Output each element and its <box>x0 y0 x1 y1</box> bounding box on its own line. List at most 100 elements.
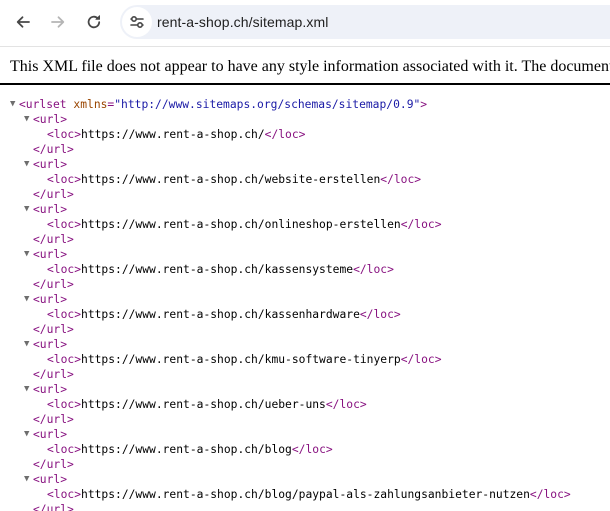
xml-url-close: </url> <box>0 502 610 511</box>
xml-url-close: </url> <box>0 367 610 382</box>
reload-icon <box>87 15 101 29</box>
xml-tag: </loc> <box>400 218 442 231</box>
collapse-toggle-icon[interactable]: ▼ <box>24 337 33 352</box>
xml-tag: </loc> <box>264 128 306 141</box>
arrow-right-icon <box>51 16 65 28</box>
xml-tag: </url> <box>33 233 74 246</box>
collapse-toggle-icon[interactable]: ▼ <box>24 202 33 217</box>
xml-tag: <url> <box>33 383 68 396</box>
collapse-toggle-icon[interactable]: ▼ <box>24 382 33 397</box>
url-text[interactable]: rent-a-shop.ch/sitemap.xml <box>157 5 328 39</box>
url-entry-list: ▼ <url> <loc>https://www.rent-a-shop.ch/</… <box>0 112 610 511</box>
xml-url-close: </url> <box>0 232 610 247</box>
xml-tag: </loc> <box>291 443 333 456</box>
xml-url-close: </url> <box>0 277 610 292</box>
arrow-left-icon <box>16 16 30 28</box>
xml-tag: <loc> <box>47 218 82 231</box>
xml-tag: </url> <box>33 413 74 426</box>
site-info-button[interactable] <box>122 7 152 37</box>
xml-tag: </loc> <box>359 308 401 321</box>
collapse-toggle-icon[interactable]: ▼ <box>10 97 19 112</box>
xml-tag: <url> <box>33 338 68 351</box>
xml-url-open: ▼ <url> <box>0 157 610 172</box>
xml-tag: <loc> <box>47 353 82 366</box>
xml-tag: </url> <box>33 458 74 471</box>
forward-button[interactable] <box>43 7 73 37</box>
xml-tag: </url> <box>33 188 74 201</box>
xml-tag: </url> <box>33 503 74 511</box>
sitemap-url-text: https://www.rent-a-shop.ch/ueber-uns <box>81 398 326 411</box>
xml-tag: > <box>420 98 428 111</box>
xml-tag: </url> <box>33 143 74 156</box>
sitemap-url-text: https://www.rent-a-shop.ch/website-erste… <box>81 173 381 186</box>
xml-url-open: ▼ <url> <box>0 202 610 217</box>
xml-tag: <url> <box>33 428 68 441</box>
tune-icon <box>130 15 144 29</box>
xml-loc-line: <loc>https://www.rent-a-shop.ch/onlinesh… <box>0 217 610 232</box>
xml-tag: <url> <box>33 158 68 171</box>
xml-url-close: </url> <box>0 412 610 427</box>
xml-url-close: </url> <box>0 187 610 202</box>
xml-tag: </loc> <box>380 173 422 186</box>
sitemap-url-text: https://www.rent-a-shop.ch/kassensysteme <box>81 263 354 276</box>
xml-tag: <url> <box>33 113 68 126</box>
sitemap-url-text: https://www.rent-a-shop.ch/blog <box>81 443 292 456</box>
xml-root-open: ▼ <urlset xmlns="http://www.sitemaps.org/… <box>0 97 610 112</box>
xml-url-open: ▼ <url> <box>0 472 610 487</box>
collapse-toggle-icon[interactable]: ▼ <box>24 427 33 442</box>
xml-tag: <loc> <box>47 128 82 141</box>
xml-loc-line: <loc>https://www.rent-a-shop.ch/kassenha… <box>0 307 610 322</box>
xml-tag: <loc> <box>47 173 82 186</box>
xml-loc-line: <loc>https://www.rent-a-shop.ch/</loc> <box>0 127 610 142</box>
xml-tag: <loc> <box>47 308 82 321</box>
sitemap-url-text: https://www.rent-a-shop.ch/kmu-software-… <box>81 353 401 366</box>
sitemap-url-text: https://www.rent-a-shop.ch/onlineshop-er… <box>81 218 401 231</box>
xml-url-open: ▼ <url> <box>0 427 610 442</box>
xml-tag: <loc> <box>47 443 82 456</box>
sitemap-url-text: https://www.rent-a-shop.ch/blog/paypal-a… <box>81 488 530 501</box>
xml-url-open: ▼ <url> <box>0 247 610 262</box>
xml-loc-line: <loc>https://www.rent-a-shop.ch/kassensy… <box>0 262 610 277</box>
xml-tag: <url> <box>33 473 68 486</box>
xml-loc-line: <loc>https://www.rent-a-shop.ch/website-… <box>0 172 610 187</box>
xml-tag: </loc> <box>529 488 571 501</box>
xml-attr-name: xmlns <box>66 98 108 111</box>
browser-toolbar: rent-a-shop.ch/sitemap.xml <box>0 0 610 47</box>
xml-url-close: </url> <box>0 457 610 472</box>
xml-tag: </loc> <box>400 353 442 366</box>
xml-loc-line: <loc>https://www.rent-a-shop.ch/kmu-soft… <box>0 352 610 367</box>
xml-tag: <url> <box>33 248 68 261</box>
back-button[interactable] <box>8 7 38 37</box>
xml-tag: </url> <box>33 278 74 291</box>
xml-loc-line: <loc>https://www.rent-a-shop.ch/blog</lo… <box>0 442 610 457</box>
xml-url-open: ▼ <url> <box>0 382 610 397</box>
collapse-toggle-icon[interactable]: ▼ <box>24 472 33 487</box>
xml-url-close: </url> <box>0 322 610 337</box>
xml-tag: <loc> <box>47 488 82 501</box>
xml-tag: </url> <box>33 323 74 336</box>
xml-tag: <url> <box>33 203 68 216</box>
address-bar[interactable]: rent-a-shop.ch/sitemap.xml <box>120 5 610 39</box>
xml-loc-line: <loc>https://www.rent-a-shop.ch/blog/pay… <box>0 487 610 502</box>
sitemap-url-text: https://www.rent-a-shop.ch/ <box>81 128 265 141</box>
xml-tag: <loc> <box>47 263 82 276</box>
xml-tag: </url> <box>33 368 74 381</box>
collapse-toggle-icon[interactable]: ▼ <box>24 247 33 262</box>
sitemap-url-text: https://www.rent-a-shop.ch/kassenhardwar… <box>81 308 360 321</box>
xml-url-open: ▼ <url> <box>0 292 610 307</box>
xml-tag: </loc> <box>353 263 394 276</box>
xml-tag: <loc> <box>47 398 82 411</box>
xml-info-banner: This XML file does not appear to have an… <box>0 57 610 85</box>
xml-tag: <urlset <box>19 98 67 111</box>
xml-info-text: This XML file does not appear to have an… <box>10 58 610 75</box>
xml-loc-line: <loc>https://www.rent-a-shop.ch/ueber-un… <box>0 397 610 412</box>
collapse-toggle-icon[interactable]: ▼ <box>24 292 33 307</box>
reload-button[interactable] <box>79 7 109 37</box>
collapse-toggle-icon[interactable]: ▼ <box>24 157 33 172</box>
xml-attr-value: "http://www.sitemaps.org/schemas/sitemap… <box>114 98 421 111</box>
xml-tag: <url> <box>33 293 68 306</box>
collapse-toggle-icon[interactable]: ▼ <box>24 112 33 127</box>
xml-url-close: </url> <box>0 142 610 157</box>
xml-url-open: ▼ <url> <box>0 337 610 352</box>
xml-document-tree: ▼ <urlset xmlns="http://www.sitemaps.org/… <box>0 97 610 511</box>
